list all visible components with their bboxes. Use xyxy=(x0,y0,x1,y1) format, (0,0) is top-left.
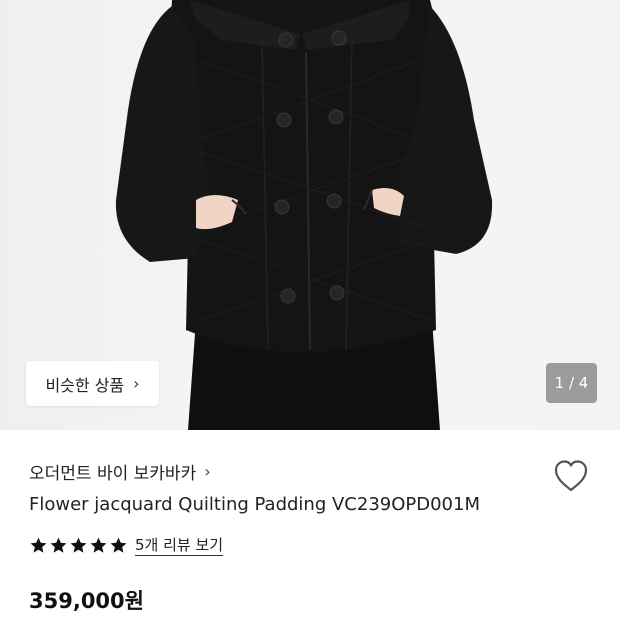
chevron-right-icon: › xyxy=(133,374,140,393)
wishlist-heart-icon[interactable] xyxy=(553,459,589,493)
star-filled-icon xyxy=(30,537,47,553)
star-rating xyxy=(29,536,128,555)
star-filled-icon xyxy=(110,537,127,553)
chevron-right-icon: › xyxy=(204,461,211,481)
product-image-gallery[interactable]: 비슷한 상품 › 1 / 4 xyxy=(0,0,620,430)
product-title: Flower jacquard Quilting Padding VC239OP… xyxy=(29,494,480,515)
image-pager-indicator: 1 / 4 xyxy=(546,363,597,403)
review-link[interactable]: 5개 리뷰 보기 xyxy=(135,535,224,556)
similar-products-label: 비슷한 상품 xyxy=(45,375,125,395)
star-filled-icon xyxy=(70,537,87,553)
similar-products-button[interactable]: 비슷한 상품 › xyxy=(26,361,159,406)
star-filled-icon xyxy=(90,537,107,553)
pager-text: 1 / 4 xyxy=(554,374,589,392)
star-filled-icon xyxy=(50,537,67,553)
rating-row: 5개 리뷰 보기 xyxy=(29,533,224,557)
product-price: 359,000원 xyxy=(29,589,144,613)
brand-link[interactable]: 오더먼트 바이 보카바카 › xyxy=(29,459,211,484)
brand-name: 오더먼트 바이 보카바카 xyxy=(29,463,197,484)
